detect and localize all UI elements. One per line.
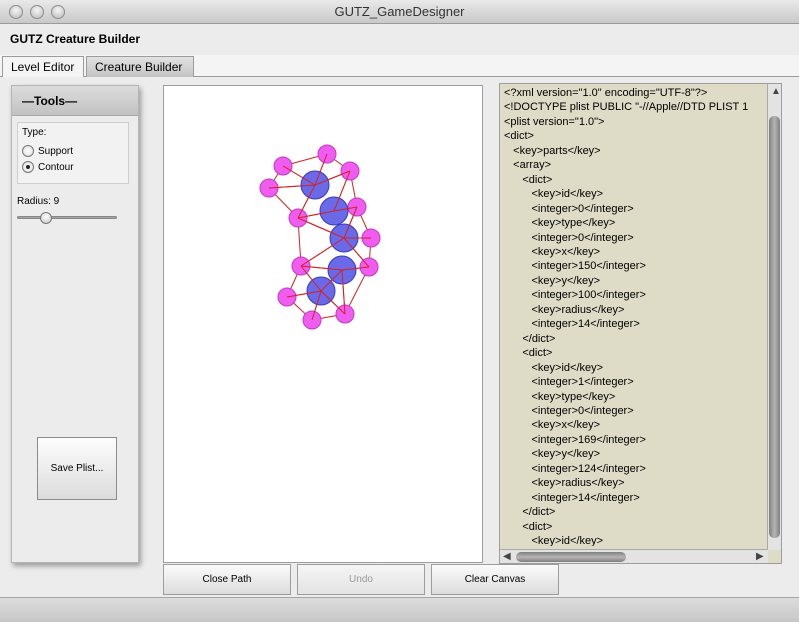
xml-line: </dict> [504,332,556,345]
support-radio[interactable] [22,145,34,157]
contour-radio[interactable] [22,161,34,173]
xml-line: <key>x</key> [504,419,601,432]
drawing-canvas[interactable] [163,85,483,563]
tab-bar: Level Editor Creature Builder [0,55,799,77]
xml-line: <dict> [504,347,553,360]
xml-line: <dict> [504,173,553,186]
radius-slider-knob[interactable] [40,212,52,224]
plist-xml-view[interactable]: <?xml version="1.0" encoding="UTF-8"?> <!… [499,83,782,564]
horizontal-scroll-thumb[interactable] [516,552,626,562]
save-plist-button[interactable]: Save Plist... [37,437,117,500]
clear-canvas-button[interactable]: Clear Canvas [431,564,559,595]
scroll-left-icon[interactable]: ◀ [503,551,511,562]
xml-line: <integer>1</integer> [504,376,634,389]
xml-line: <key>x</key> [504,245,601,258]
xml-line: <key>type</key> [504,217,616,230]
xml-line: <key>id</key> [504,535,604,546]
scroll-right-icon[interactable]: ▶ [756,551,764,562]
app-header: GUTZ Creature Builder [0,24,799,56]
xml-line: <!DOCTYPE plist PUBLIC "-//Apple//DTD PL… [504,101,749,114]
xml-line: </dict> [504,506,556,519]
xml-line: <?xml version="1.0" encoding="UTF-8"?> [504,87,708,99]
xml-line: <key>id</key> [504,188,604,201]
undo-button[interactable]: Undo [297,564,425,595]
xml-line: <key>y</key> [504,274,601,287]
xml-line: <integer>124</integer> [504,462,646,475]
xml-line: <key>parts</key> [504,144,601,157]
contour-label: Contour [38,161,74,173]
radius-slider[interactable] [17,212,117,224]
xml-line: <integer>150</integer> [504,260,646,273]
window-title: GUTZ_GameDesigner [334,4,465,19]
vertical-scrollbar[interactable]: ▲ [767,84,781,550]
plist-xml-text: <?xml version="1.0" encoding="UTF-8"?> <!… [504,86,766,546]
app-title: GUTZ Creature Builder [10,32,141,46]
xml-line: <integer>169</integer> [504,433,646,446]
support-radio-option[interactable]: Support [22,145,73,159]
radius-label: Radius: 9 [17,196,60,207]
window-titlebar: GUTZ_GameDesigner [0,0,799,24]
creature-drawing[interactable] [164,86,482,562]
tab-level-editor[interactable]: Level Editor [2,56,84,77]
close-path-button[interactable]: Close Path [163,564,291,595]
support-label: Support [38,145,74,157]
tab-creature-builder[interactable]: Creature Builder [86,56,194,77]
horizontal-scrollbar[interactable]: ◀ ▶ [500,549,768,563]
xml-line: <dict> [504,130,534,143]
vertical-scroll-thumb[interactable] [769,116,780,538]
contour-radio-option[interactable]: Contour [22,161,74,175]
xml-line: <key>id</key> [504,361,604,374]
type-label: Type: [22,127,47,138]
type-group: Type: Support Contour [17,122,129,184]
xml-line: <integer>0</integer> [504,231,634,244]
tools-header: —Tools— [12,86,138,116]
xml-line: <key>type</key> [504,390,616,403]
xml-line: <integer>14</integer> [504,318,640,331]
tools-panel: —Tools— Type: Support Contour Radius: 9 … [11,85,139,563]
xml-line: <key>radius</key> [504,477,625,490]
xml-line: <integer>100</integer> [504,289,646,302]
xml-line: <integer>0</integer> [504,202,634,215]
xml-line: <dict> [504,520,553,533]
main-content: —Tools— Type: Support Contour Radius: 9 … [0,77,799,597]
status-bar [0,597,799,622]
xml-line: <key>radius</key> [504,303,625,316]
xml-line: <integer>0</integer> [504,404,634,417]
xml-line: <integer>14</integer> [504,491,640,504]
scroll-up-icon[interactable]: ▲ [771,86,781,97]
xml-line: <array> [504,159,552,172]
xml-line: <plist version="1.0"> [504,115,605,128]
xml-line: <key>y</key> [504,448,601,461]
